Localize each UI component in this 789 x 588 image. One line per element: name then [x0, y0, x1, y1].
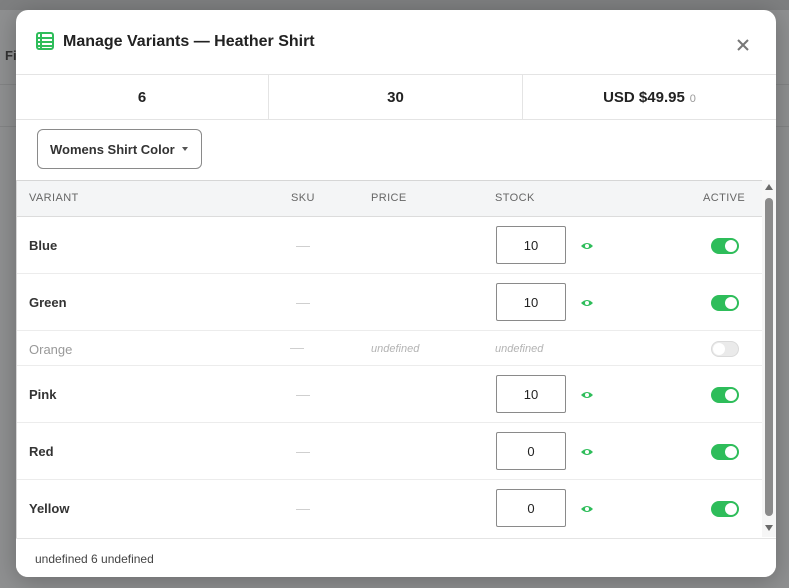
variant-name: Yellow — [29, 501, 70, 516]
sku-empty-dash — [296, 303, 310, 304]
stock-input[interactable]: 0 — [496, 432, 566, 470]
table-row: Blue 10 — [17, 217, 763, 274]
toggle-knob — [725, 297, 737, 309]
variant-name: Orange — [29, 342, 73, 357]
stat-price: USD $49.95 0 — [522, 75, 776, 119]
toggle-knob — [725, 240, 737, 252]
eye-icon[interactable] — [580, 241, 594, 251]
caret-down-icon — [182, 147, 188, 151]
manage-variants-modal: Manage Variants — Heather Shirt 6 30 USD… — [16, 10, 776, 577]
modal-title: Manage Variants — Heather Shirt — [63, 33, 315, 50]
stock-input[interactable]: 10 — [496, 375, 566, 413]
modal-header: Manage Variants — Heather Shirt — [16, 10, 776, 74]
option-filter-label: Womens Shirt Color — [50, 141, 175, 157]
table-row: Pink 10 — [17, 366, 763, 423]
variant-name: Red — [29, 444, 54, 459]
toggle-knob — [725, 503, 737, 515]
active-toggle[interactable] — [711, 501, 739, 517]
background-topbar — [0, 0, 789, 10]
variant-name: Pink — [29, 387, 57, 402]
sku-empty-dash — [296, 452, 310, 453]
stat-total-stock-value: 30 — [387, 88, 404, 106]
active-toggle[interactable] — [711, 238, 739, 254]
scroll-down-arrow-icon[interactable] — [765, 525, 773, 531]
option-filter-dropdown[interactable]: Womens Shirt Color — [37, 129, 202, 169]
stat-variant-count: 6 — [16, 75, 268, 119]
sku-empty-dash — [296, 509, 310, 510]
active-toggle[interactable] — [711, 387, 739, 403]
eye-icon[interactable] — [580, 298, 594, 308]
table-row: Yellow 0 — [17, 480, 763, 537]
column-header-variant: VARIANT — [29, 192, 79, 204]
column-header-stock: STOCK — [495, 192, 535, 204]
close-icon[interactable] — [732, 34, 754, 56]
stock-input[interactable]: 10 — [496, 283, 566, 321]
variant-name: Green — [29, 295, 67, 310]
table-header: VARIANT SKU PRICE STOCK ACTIVE — [17, 181, 763, 217]
eye-icon[interactable] — [580, 390, 594, 400]
price-value: undefined — [371, 343, 420, 355]
table-row: Green 10 — [17, 274, 763, 331]
toggle-knob — [725, 446, 737, 458]
eye-icon[interactable] — [580, 447, 594, 457]
active-toggle[interactable] — [711, 341, 739, 357]
eye-icon[interactable] — [580, 504, 594, 514]
table-row: Red 0 — [17, 423, 763, 480]
sku-empty-dash — [296, 395, 310, 396]
toggle-knob — [713, 343, 725, 355]
stock-input[interactable]: 0 — [496, 489, 566, 527]
stats-bar: 6 30 USD $49.95 0 — [16, 74, 776, 120]
column-header-price: PRICE — [371, 192, 407, 204]
table-row: Orange undefined undefined — [17, 331, 763, 366]
table-scrollbar[interactable] — [762, 180, 776, 537]
active-toggle[interactable] — [711, 444, 739, 460]
scroll-up-arrow-icon[interactable] — [765, 184, 773, 190]
sku-empty-dash — [296, 246, 310, 247]
stock-value: undefined — [495, 343, 544, 355]
stat-price-value: USD $49.95 — [603, 88, 685, 106]
modal-footer: undefined 6 undefined — [16, 538, 776, 577]
toggle-knob — [725, 389, 737, 401]
table-list-icon — [36, 32, 54, 50]
scrollbar-thumb[interactable] — [765, 198, 773, 516]
active-toggle[interactable] — [711, 295, 739, 311]
stat-variant-count-value: 6 — [137, 88, 147, 106]
sku-empty-dash — [290, 348, 304, 349]
variant-name: Blue — [29, 238, 58, 253]
stock-input[interactable]: 10 — [496, 226, 566, 264]
footer-summary: undefined 6 undefined — [35, 552, 154, 566]
stat-total-stock: 30 — [268, 75, 522, 119]
variants-table: VARIANT SKU PRICE STOCK ACTIVE Blue 10 G… — [16, 180, 763, 539]
column-header-sku: SKU — [291, 192, 315, 204]
stat-price-suffix: 0 — [689, 93, 696, 105]
column-header-active: ACTIVE — [703, 192, 746, 204]
